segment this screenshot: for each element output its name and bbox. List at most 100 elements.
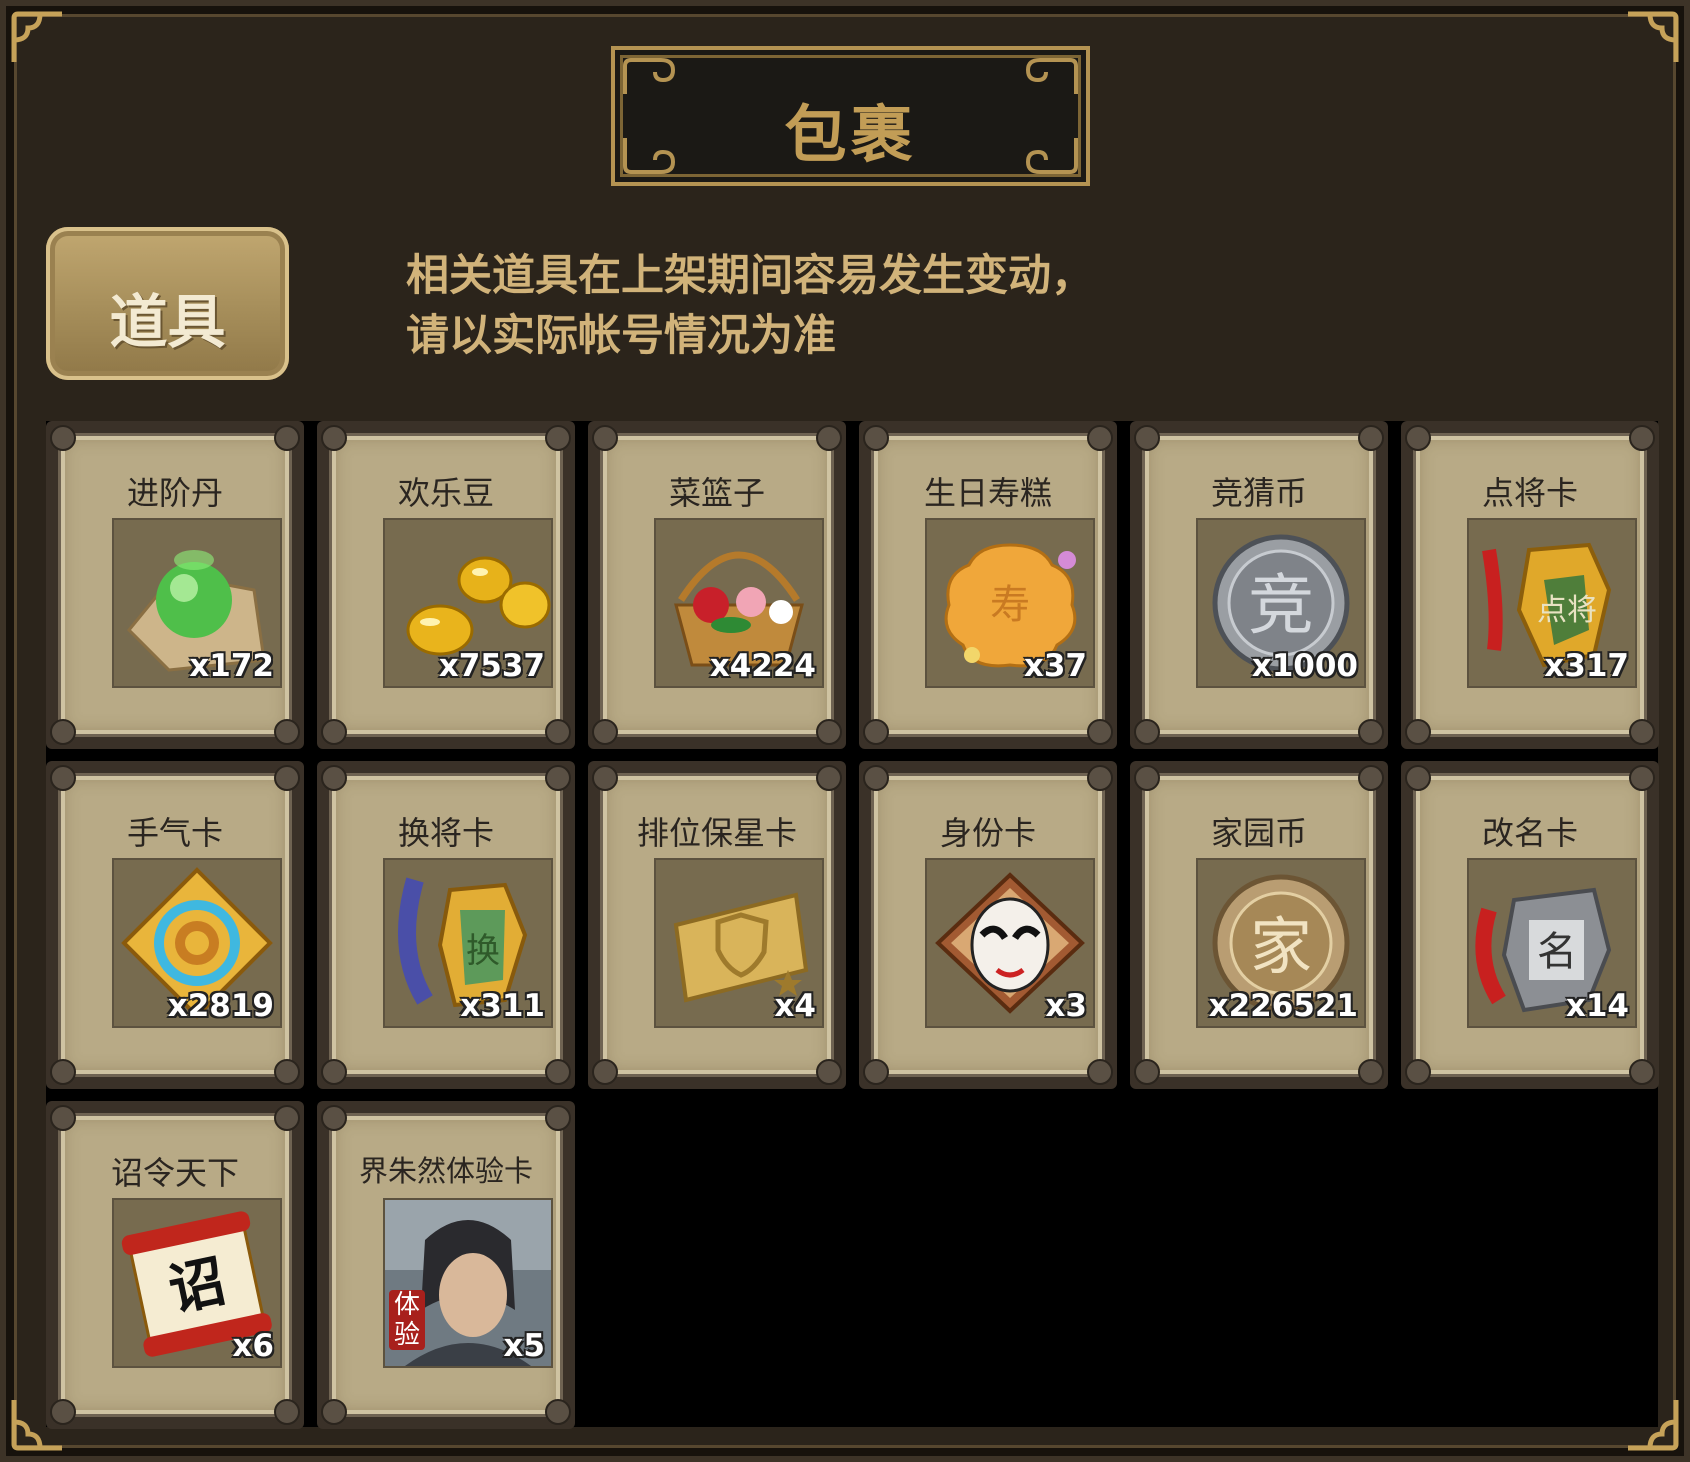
item-card-panel: 换将卡换 x311	[329, 773, 563, 1077]
card-corner-knob	[50, 719, 76, 745]
item-count: x37	[1023, 648, 1087, 684]
item-card[interactable]: 排位保星卡 x4	[588, 761, 846, 1089]
item-card-panel: 菜篮子 x4224	[600, 433, 834, 737]
card-corner-knob	[321, 425, 347, 451]
card-corner-knob	[1629, 719, 1655, 745]
item-count: x14	[1565, 988, 1629, 1024]
item-card[interactable]: 手气卡 x2819	[46, 761, 304, 1089]
notice-line-2: 请以实际帐号情况为准	[406, 311, 836, 361]
edict-scroll-icon: 诏 x6	[112, 1198, 282, 1368]
card-corner-knob	[863, 425, 889, 451]
card-corner-knob	[274, 719, 300, 745]
item-card-panel: 竞猜币竞 x1000	[1142, 433, 1376, 737]
card-corner-knob	[321, 719, 347, 745]
card-corner-knob	[1087, 1059, 1113, 1085]
corner-ornament-top-left	[10, 10, 66, 66]
item-card-panel: 生日寿糕寿 x37	[871, 433, 1105, 737]
card-corner-knob	[1134, 719, 1160, 745]
card-corner-knob	[1087, 719, 1113, 745]
item-name: 诏令天下	[110, 1154, 239, 1192]
card-corner-knob	[545, 719, 571, 745]
item-card[interactable]: 界朱然体验卡 体验 x5	[317, 1101, 575, 1429]
card-corner-knob	[545, 1399, 571, 1425]
card-corner-knob	[545, 1059, 571, 1085]
item-name: 改名卡	[1481, 814, 1578, 852]
corner-ornament-top-right	[1624, 10, 1680, 66]
card-corner-knob	[592, 765, 618, 791]
gold-beans-icon: x7537	[383, 518, 553, 688]
swap-tag-icon: 换 x311	[383, 858, 553, 1028]
silver-coin-icon: 竞 x1000	[1196, 518, 1366, 688]
item-card[interactable]: 欢乐豆 x7537	[317, 421, 575, 749]
title-plate: 包裹	[611, 46, 1090, 186]
card-corner-knob	[321, 1059, 347, 1085]
item-name: 点将卡	[1481, 474, 1578, 512]
card-corner-knob	[1134, 1059, 1160, 1085]
svg-text:家: 家	[1250, 910, 1312, 983]
item-name: 竞猜币	[1210, 474, 1307, 512]
svg-text:换: 换	[466, 931, 500, 971]
card-corner-knob	[863, 719, 889, 745]
item-card[interactable]: 身份卡 x3	[859, 761, 1117, 1089]
item-card[interactable]: 诏令天下诏 x6	[46, 1101, 304, 1429]
svg-text:竞: 竞	[1248, 567, 1314, 644]
card-corner-knob	[592, 1059, 618, 1085]
item-count: x2819	[167, 988, 274, 1024]
item-card[interactable]: 改名卡名 x14	[1401, 761, 1659, 1089]
card-corner-knob	[1405, 765, 1431, 791]
card-corner-knob	[592, 719, 618, 745]
card-corner-knob	[816, 719, 842, 745]
card-corner-knob	[1629, 765, 1655, 791]
item-count: x5	[503, 1328, 545, 1364]
item-count: x6	[232, 1328, 274, 1364]
item-card-panel: 改名卡名 x14	[1413, 773, 1647, 1077]
svg-text:点将: 点将	[1537, 593, 1597, 628]
card-corner-knob	[50, 1105, 76, 1131]
card-corner-knob	[816, 1059, 842, 1085]
item-count: x172	[189, 648, 274, 684]
item-card[interactable]: 菜篮子 x4224	[588, 421, 846, 749]
tab-items[interactable]: 道具	[46, 227, 289, 380]
card-corner-knob	[1629, 425, 1655, 451]
card-corner-knob	[274, 1105, 300, 1131]
card-corner-knob	[545, 425, 571, 451]
svg-text:寿: 寿	[990, 582, 1030, 628]
birthday-cake-icon: 寿 x37	[925, 518, 1095, 688]
card-corner-knob	[1358, 425, 1384, 451]
general-tag-icon: 点将 x317	[1467, 518, 1637, 688]
card-corner-knob	[816, 765, 842, 791]
card-corner-knob	[1405, 719, 1431, 745]
item-card[interactable]: 进阶丹 x172	[46, 421, 304, 749]
shield-ticket-icon: x4	[654, 858, 824, 1028]
card-corner-knob	[274, 1399, 300, 1425]
item-name: 家园币	[1210, 814, 1307, 852]
card-corner-knob	[50, 1059, 76, 1085]
card-corner-knob	[816, 425, 842, 451]
card-corner-knob	[863, 1059, 889, 1085]
card-corner-knob	[1087, 425, 1113, 451]
card-corner-knob	[1629, 1059, 1655, 1085]
item-card[interactable]: 点将卡点将 x317	[1401, 421, 1659, 749]
card-corner-knob	[1405, 425, 1431, 451]
item-name: 排位保星卡	[636, 814, 797, 852]
tab-items-label: 道具	[109, 288, 226, 356]
card-corner-knob	[1358, 719, 1384, 745]
item-card[interactable]: 换将卡换 x311	[317, 761, 575, 1089]
item-card-panel: 身份卡 x3	[871, 773, 1105, 1077]
item-card[interactable]: 竞猜币竞 x1000	[1130, 421, 1388, 749]
notice-text: 相关道具在上架期间容易发生变动， 请以实际帐号情况为准	[406, 246, 1094, 366]
item-card[interactable]: 家园币家 x226521	[1130, 761, 1388, 1089]
opera-mask-icon: x3	[925, 858, 1095, 1028]
item-card[interactable]: 生日寿糕寿 x37	[859, 421, 1117, 749]
card-corner-knob	[321, 1399, 347, 1425]
item-name: 手气卡	[126, 814, 223, 852]
card-corner-knob	[50, 425, 76, 451]
item-count: x4224	[709, 648, 816, 684]
item-count: x311	[460, 988, 545, 1024]
card-corner-knob	[1358, 765, 1384, 791]
card-corner-knob	[1358, 1059, 1384, 1085]
item-card-panel: 诏令天下诏 x6	[58, 1113, 292, 1417]
card-corner-knob	[1405, 1059, 1431, 1085]
item-name: 界朱然体验卡	[358, 1154, 533, 1188]
card-corner-knob	[274, 425, 300, 451]
